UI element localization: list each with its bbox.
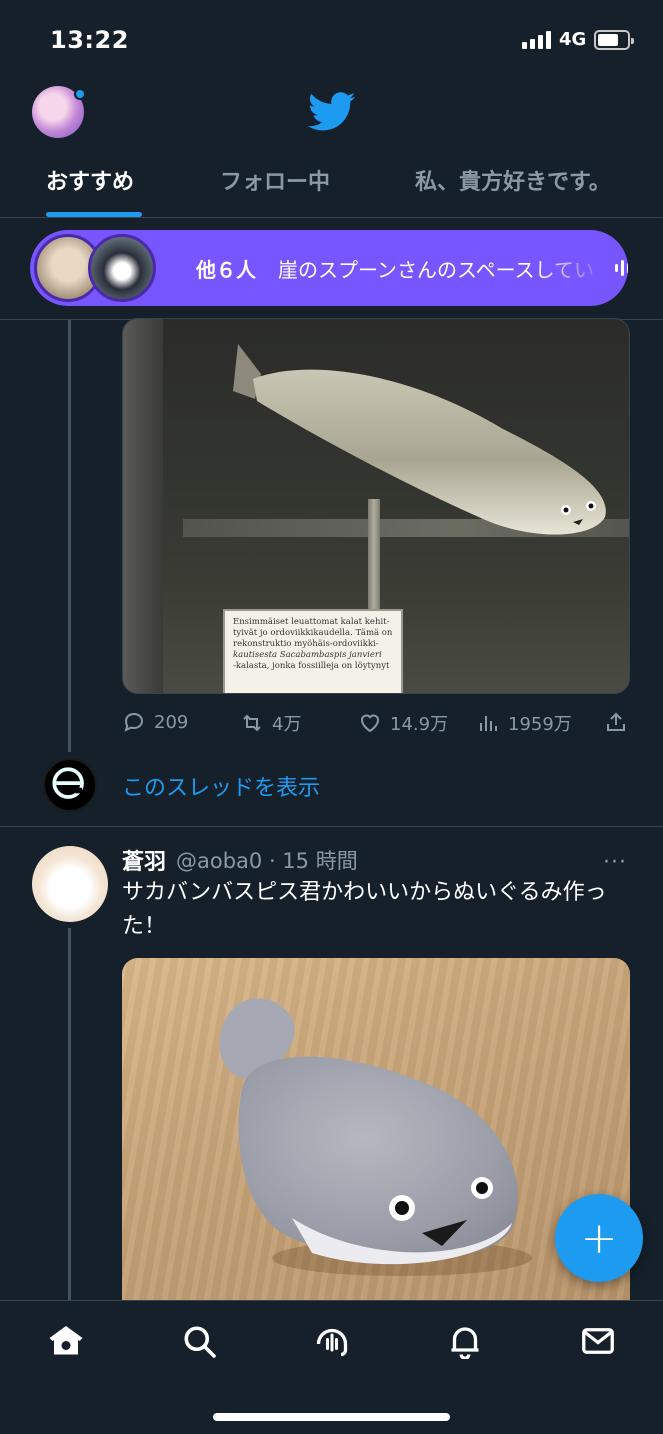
network-type: 4G — [559, 29, 587, 50]
live-space-bar[interactable]: 他６人 崖のスプーンさんのスペースしてい — [30, 230, 628, 306]
audio-wave-icon — [615, 258, 628, 278]
tab-following[interactable]: フォロー中 — [220, 164, 330, 196]
home-indicator[interactable] — [213, 1413, 450, 1421]
messages-icon[interactable] — [580, 1323, 616, 1359]
share-button[interactable] — [604, 710, 628, 734]
reply-icon — [124, 712, 144, 732]
status-bar: 13:22 4G — [0, 0, 663, 80]
author-name[interactable]: 蒼羽 — [122, 844, 166, 876]
tweet-image-plush[interactable] — [122, 958, 630, 1318]
battery-icon — [594, 30, 634, 50]
space-title: 崖のスプーンさんのスペースしてい — [278, 258, 594, 282]
more-options-button[interactable]: ··· — [603, 850, 627, 875]
views-button[interactable]: 1959万 — [476, 710, 572, 736]
tab-list[interactable]: 私、貴方好きです。 — [415, 164, 611, 196]
tweet-text: サカバンバスピス君かわいいからぬいぐるみ作った！ — [122, 880, 607, 939]
thread-author-avatar[interactable] — [43, 758, 97, 812]
thread-line — [68, 928, 71, 1300]
tab-recommended[interactable]: おすすめ — [46, 164, 134, 196]
like-button[interactable]: 14.9万 — [358, 710, 448, 736]
museum-placard: Ensimmäiset leuattomat kalat kehit- tyiv… — [223, 609, 403, 693]
like-icon — [360, 714, 380, 733]
plush-image — [219, 998, 532, 1276]
thread-line — [68, 320, 71, 752]
share-icon — [607, 712, 625, 731]
divider — [0, 826, 663, 827]
space-listener-count: 他６人 — [196, 258, 256, 282]
timeline-tabs: おすすめ フォロー中 私、貴方好きです。 — [0, 150, 663, 218]
show-thread-link[interactable]: このスレッドを表示 — [122, 770, 320, 802]
fish-model-image — [233, 344, 606, 535]
space-host-avatar — [88, 234, 156, 302]
retweet-icon — [243, 714, 261, 732]
notifications-icon[interactable] — [447, 1323, 483, 1359]
home-icon[interactable] — [48, 1323, 84, 1359]
spaces-icon[interactable] — [314, 1323, 350, 1359]
signal-icon — [522, 31, 551, 49]
author-avatar[interactable] — [32, 846, 108, 922]
tab-indicator — [46, 212, 142, 217]
bottom-navigation — [0, 1300, 663, 1434]
search-icon[interactable] — [181, 1323, 217, 1359]
twitter-bird-icon[interactable] — [308, 92, 356, 132]
profile-avatar[interactable] — [32, 86, 86, 138]
tweet-actions: 209 4万 14.9万 1959万 — [0, 704, 663, 744]
reply-button[interactable]: 209 — [122, 710, 188, 734]
retweet-button[interactable]: 4万 — [240, 710, 301, 736]
compose-tweet-button[interactable]: + — [555, 1194, 643, 1282]
author-handle[interactable]: @aoba0 · 15 時間 — [176, 845, 358, 875]
views-icon — [480, 716, 497, 731]
e-logo-icon — [52, 767, 84, 799]
tweet-image-sacabambaspis-model[interactable]: Ensimmäiset leuattomat kalat kehit- tyiv… — [122, 318, 630, 694]
status-time: 13:22 — [50, 26, 129, 54]
